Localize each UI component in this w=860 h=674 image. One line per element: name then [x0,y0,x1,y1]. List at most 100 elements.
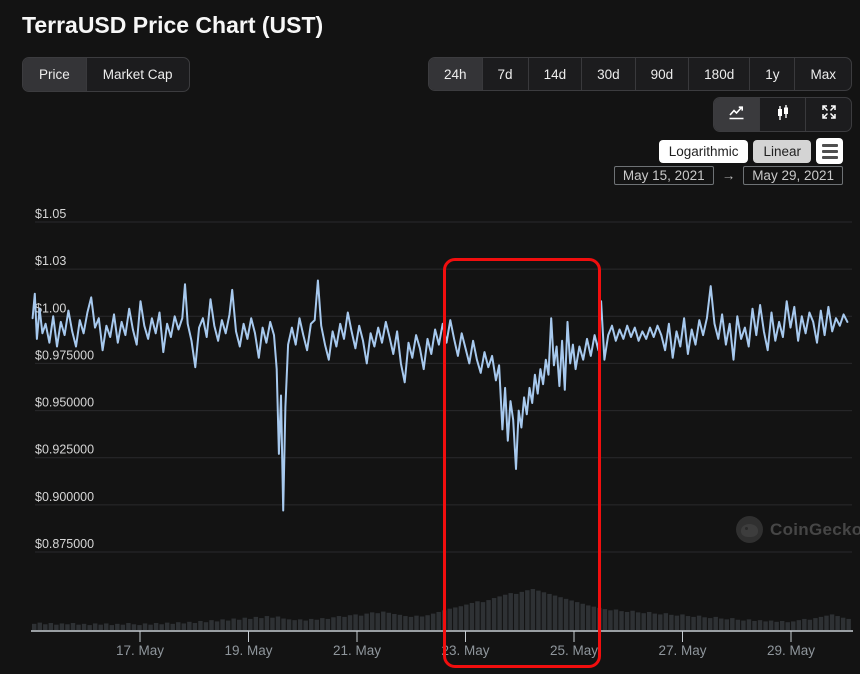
volume-bar [397,614,403,630]
volume-bar [641,613,646,630]
coingecko-price-chart-page: $1.05 $1.03 $1.00 $0.975000 $0.950000 $0.9250… [0,0,860,674]
volume-bar [81,623,87,630]
volume-bar [358,615,364,630]
x-axis-label: 23. May [441,643,489,658]
volume-bar [126,623,131,630]
volume-bar [519,591,525,630]
line-chart-button[interactable] [714,98,760,131]
volume-bar [92,623,98,630]
volume-bar [37,622,42,630]
range-button-30d[interactable]: 30d [582,58,636,90]
volume-bar [32,623,37,630]
volume-bar [796,620,802,630]
x-axis-label: 25. May [550,643,598,658]
tab-price[interactable]: Price [23,58,87,91]
range-button-24h[interactable]: 24h [429,58,483,90]
volume-bar [275,616,281,630]
coingecko-logo-icon [736,516,763,543]
volume-bar [48,623,54,630]
volume-bar [325,618,331,630]
range-button-1y[interactable]: 1y [750,58,796,90]
volume-bar [647,611,652,630]
fullscreen-button[interactable] [806,98,851,131]
volume-bar [436,611,441,630]
coingecko-watermark: CoinGecko [736,516,860,543]
volume-bar [442,610,447,630]
volume-bar [297,619,303,630]
volume-bar [840,617,846,630]
volume-bar [192,623,198,630]
volume-bar [525,590,530,630]
volume-bar [203,622,209,630]
volume-bar [419,616,425,630]
volume-bar [824,615,829,630]
volume-bar [220,619,225,630]
volume-bar [392,614,397,630]
date-from-input[interactable]: May 15, 2021 [613,166,714,185]
volume-bar [713,616,718,630]
logarithmic-button[interactable]: Logarithmic [658,139,749,163]
volume-bar [70,623,76,630]
linear-button[interactable]: Linear [753,139,811,163]
date-range-row: May 15, 2021 → May 29, 2021 [613,166,843,185]
volume-bar [369,612,375,630]
volume-bar [237,619,242,630]
range-button-90d[interactable]: 90d [636,58,690,90]
volume-bar [231,618,236,630]
volume-bar [242,617,247,630]
volume-bar [768,620,774,630]
volume-bar [597,607,602,630]
range-button-14d[interactable]: 14d [529,58,583,90]
volume-bar [730,618,735,630]
volume-bar [785,622,790,630]
candlestick-chart-button[interactable] [760,98,806,131]
range-button-7d[interactable]: 7d [483,58,529,90]
volume-bar [54,624,59,630]
x-axis-label: 19. May [224,643,272,658]
volume-bar [624,611,630,630]
volume-bar [320,618,325,630]
volume-bar [386,612,392,630]
volume-bar [619,611,624,630]
range-button-180d[interactable]: 180d [689,58,751,90]
volume-bar [735,619,741,630]
volume-bar [807,619,813,630]
volume-bar [425,615,430,630]
volume-bar [65,624,70,630]
x-axis-label: 17. May [116,643,164,658]
volume-bar [663,613,669,630]
volume-bar [497,596,502,630]
range-group: 24h 7d 14d 30d 90d 180d 1y Max [428,57,852,91]
volume-bar [502,594,508,630]
volume-bar [464,604,469,630]
chart-menu-button[interactable] [816,138,843,164]
volume-bar [475,601,480,630]
date-to-input[interactable]: May 29, 2021 [743,166,843,185]
volume-bar [364,613,369,630]
volume-bar [453,607,458,630]
volume-bar [76,624,81,630]
volume-bar [209,620,214,630]
volume-bar [225,620,231,630]
volume-bar [347,615,353,630]
volume-bar [447,608,452,630]
volume-bar [630,610,635,630]
volume-bar [98,624,103,630]
volume-bar [270,617,275,630]
tab-market-cap[interactable]: Market Cap [87,58,189,91]
y-axis-label: $1.03 [35,254,66,268]
volume-bar [635,612,641,630]
volume-bar [176,622,181,630]
volume-bar [104,623,109,630]
volume-bar [752,620,757,630]
range-button-Max[interactable]: Max [795,58,851,90]
volume-bar [741,620,746,630]
volume-bar [724,619,730,630]
volume-bar [591,606,597,630]
volume-bar [818,616,824,630]
volume-bar [253,616,259,630]
y-axis-label: $1.05 [35,207,66,221]
volume-bar [508,593,513,630]
volume-bar [414,615,419,630]
volume-bar [109,625,115,630]
